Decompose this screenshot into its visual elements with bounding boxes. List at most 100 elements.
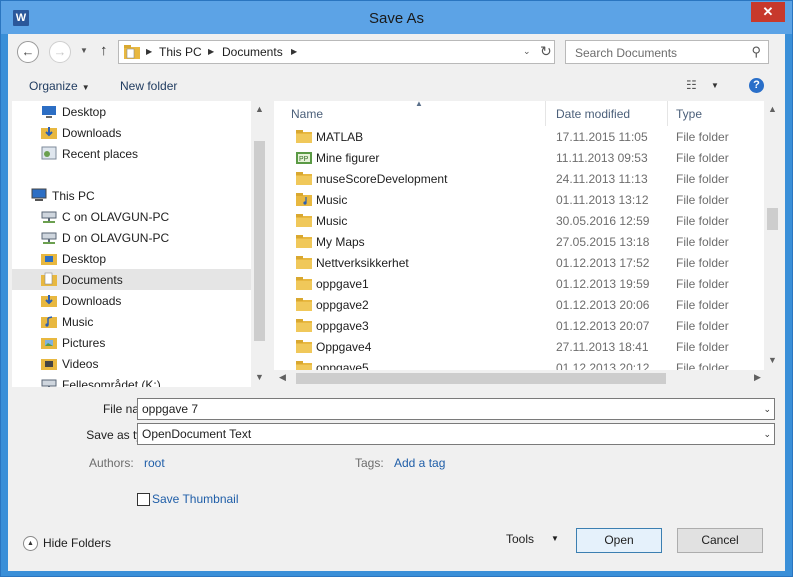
nav-item-this-pc[interactable]: This PC <box>12 185 252 206</box>
scroll-up-arrow[interactable]: ▲ <box>251 104 268 114</box>
table-row[interactable]: oppgave3 01.12.2013 20:07 File folder <box>274 315 764 336</box>
documents-folder-icon <box>124 45 140 59</box>
scroll-thumb[interactable] <box>767 208 778 230</box>
back-button[interactable]: ← <box>17 41 39 63</box>
nav-item-desktop[interactable]: Desktop <box>12 101 252 122</box>
nav-item-desktop-pc[interactable]: Desktop <box>12 248 252 269</box>
breadcrumb-separator: ▶ <box>208 47 215 56</box>
table-row[interactable]: Oppgave4 27.11.2013 18:41 File folder <box>274 336 764 357</box>
nav-item-music[interactable]: Music <box>12 311 252 332</box>
table-row[interactable]: PP Mine figurer 11.11.2013 09:53 File folde… <box>274 147 764 168</box>
tools-dropdown-icon[interactable]: ▼ <box>551 534 559 543</box>
pictures-icon <box>41 338 57 349</box>
table-row[interactable]: Music 30.05.2016 12:59 File folder <box>274 210 764 231</box>
new-folder-button[interactable]: New folder <box>120 79 177 93</box>
hide-folders-button[interactable]: Hide Folders <box>43 536 111 550</box>
file-type: File folder <box>676 214 729 228</box>
save-thumbnail-checkbox[interactable] <box>137 493 150 506</box>
file-type: File folder <box>676 172 729 186</box>
column-header-name[interactable]: ▲ Name <box>274 101 546 126</box>
table-row[interactable]: My Maps 27.05.2015 13:18 File folder <box>274 231 764 252</box>
nav-item-c-drive[interactable]: C on OLAVGUN-PC <box>12 206 252 227</box>
chevron-down-icon[interactable]: ⌄ <box>763 404 771 415</box>
address-dropdown-icon[interactable]: ⌄ <box>523 46 531 57</box>
folder-icon <box>296 235 312 248</box>
dialog-footer: ▲ Hide Folders Tools ▼ Open Cancel <box>8 510 785 571</box>
file-name: museScoreDevelopment <box>316 172 448 186</box>
tags-input[interactable]: Add a tag <box>394 456 445 470</box>
save-type-select[interactable]: OpenDocument Text ⌄ <box>137 423 775 445</box>
breadcrumb-this-pc[interactable]: This PC <box>159 45 202 59</box>
nav-item-pictures[interactable]: Pictures <box>12 332 252 353</box>
column-label: Name <box>291 107 324 121</box>
table-row[interactable]: oppgave1 01.12.2013 19:59 File folder <box>274 273 764 294</box>
nav-item-d-drive[interactable]: D on OLAVGUN-PC <box>12 227 252 248</box>
column-header-date[interactable]: Date modified <box>546 101 668 126</box>
scroll-down-arrow[interactable]: ▼ <box>764 355 781 365</box>
file-type: File folder <box>676 151 729 165</box>
file-name-field[interactable]: oppgave 7 ⌄ <box>137 398 775 420</box>
downloads-icon <box>41 295 57 307</box>
nav-item-k-drive[interactable]: Fellesområdet (K:) <box>12 374 252 387</box>
search-icon[interactable]: ⚲ <box>751 44 761 60</box>
nav-item-recent-places[interactable]: Recent places <box>12 143 252 164</box>
table-row[interactable]: Music 01.11.2013 13:12 File folder <box>274 189 764 210</box>
save-thumbnail-label[interactable]: Save Thumbnail <box>152 492 239 506</box>
cancel-button[interactable]: Cancel <box>677 528 763 553</box>
authors-value[interactable]: root <box>144 456 165 470</box>
scroll-right-arrow[interactable]: ▶ <box>754 372 761 383</box>
folder-icon <box>296 319 312 332</box>
scroll-down-arrow[interactable]: ▼ <box>251 372 268 382</box>
file-type: File folder <box>676 298 729 312</box>
nav-item-downloads-pc[interactable]: Downloads <box>12 290 252 311</box>
file-type: File folder <box>676 193 729 207</box>
file-list: ▲ Name Date modified Type MATLAB 17.11.20… <box>274 101 781 387</box>
scroll-left-arrow[interactable]: ◀ <box>279 372 286 383</box>
up-button[interactable]: ↑ <box>100 42 108 59</box>
nav-item-videos[interactable]: Videos <box>12 353 252 374</box>
search-box[interactable]: Search Documents ⚲ <box>565 40 769 64</box>
refresh-icon[interactable]: ↻ <box>540 43 552 60</box>
table-row[interactable]: museScoreDevelopment 24.11.2013 11:13 File… <box>274 168 764 189</box>
open-button[interactable]: Open <box>576 528 662 553</box>
breadcrumb-documents[interactable]: Documents <box>222 45 283 59</box>
file-type: File folder <box>676 277 729 291</box>
file-list-hscrollbar[interactable]: ◀ ▶ <box>274 370 781 387</box>
hide-folders-icon[interactable]: ▲ <box>23 536 38 551</box>
recent-locations-dropdown[interactable]: ▼ <box>80 46 88 55</box>
table-row[interactable]: oppgave2 01.12.2013 20:06 File folder <box>274 294 764 315</box>
file-name-value[interactable]: oppgave 7 <box>142 402 198 416</box>
file-name: Music <box>316 214 348 228</box>
file-name: Music <box>316 193 348 207</box>
file-list-scrollbar[interactable]: ▲ ▼ <box>764 101 781 370</box>
file-date: 01.12.2013 20:07 <box>556 319 650 333</box>
close-button[interactable]: ✕ <box>751 2 785 22</box>
nav-item-documents[interactable]: Documents <box>12 269 252 290</box>
title-bar: W Save As ✕ <box>1 1 792 34</box>
help-icon[interactable]: ? <box>749 78 764 93</box>
scroll-up-arrow[interactable]: ▲ <box>764 104 781 114</box>
chevron-down-icon[interactable]: ⌄ <box>763 429 771 440</box>
file-name: My Maps <box>316 235 365 249</box>
organize-button[interactable]: Organize ▼ <box>29 79 90 93</box>
nav-label: Videos <box>62 357 99 371</box>
view-options-icon[interactable]: ☷ <box>686 78 697 92</box>
file-date: 01.12.2013 19:59 <box>556 277 650 291</box>
file-type: File folder <box>676 340 729 354</box>
forward-button[interactable]: → <box>49 41 71 63</box>
address-bar[interactable]: ▶ This PC ▶ Documents ▶ ⌄ ↻ <box>118 40 555 64</box>
authors-label: Authors: <box>89 456 134 470</box>
tools-button[interactable]: Tools <box>506 532 534 546</box>
scroll-thumb[interactable] <box>254 141 265 341</box>
nav-scrollbar[interactable]: ▲ ▼ <box>251 101 268 387</box>
column-header-type[interactable]: Type <box>668 101 764 126</box>
file-type: File folder <box>676 256 729 270</box>
hscroll-thumb[interactable] <box>296 373 666 384</box>
table-row[interactable]: MATLAB 17.11.2015 11:05 File folder <box>274 126 764 147</box>
table-row[interactable]: Nettverksikkerhet 01.12.2013 17:52 File fo… <box>274 252 764 273</box>
save-type-value: OpenDocument Text <box>142 427 252 441</box>
view-dropdown-icon[interactable]: ▼ <box>711 81 719 90</box>
nav-item-downloads[interactable]: Downloads <box>12 122 252 143</box>
search-input[interactable]: Search Documents <box>575 46 677 60</box>
dialog-body: ← → ▼ ↑ ▶ This PC ▶ Documents ▶ ⌄ ↻ Sear… <box>8 34 785 571</box>
